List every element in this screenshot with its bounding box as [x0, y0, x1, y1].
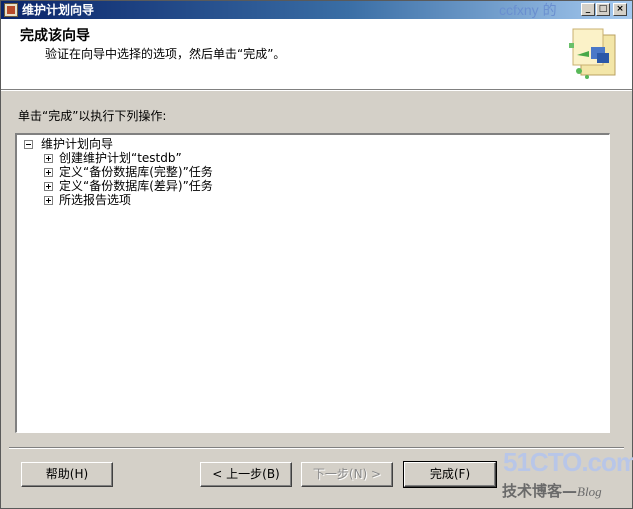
- watermark-subtitle-text: 技术博客: [502, 482, 563, 500]
- tree-item-label: 创建维护计划“testdb”: [59, 151, 182, 165]
- watermark-subtitle: 技术博客—Blog: [502, 482, 602, 500]
- header-divider: [1, 90, 632, 91]
- page-title: 完成该向导: [20, 28, 90, 44]
- tree-expand-icon[interactable]: [44, 182, 53, 191]
- back-button[interactable]: < 上一步(B): [200, 462, 292, 487]
- watermark-logo: 51CTO.com 技术博客—Blog: [499, 447, 633, 507]
- next-button[interactable]: 下一步(N) >: [301, 462, 393, 487]
- tree-collapse-icon[interactable]: [24, 140, 33, 149]
- watermark-blog: Blog: [577, 484, 602, 499]
- maximize-button[interactable]: □: [596, 3, 610, 16]
- wizard-header: 完成该向导 验证在向导中选择的选项，然后单击“完成”。: [1, 19, 632, 90]
- tree-item-label: 定义“备份数据库(完整)”任务: [59, 165, 213, 179]
- wizard-illustration-icon: [569, 28, 616, 79]
- minimize-button[interactable]: _: [581, 3, 595, 16]
- tree-item-label: 定义“备份数据库(差异)”任务: [59, 179, 213, 193]
- actions-tree[interactable]: 维护计划向导 创建维护计划“testdb” 定义“备份数据库(完整)”任务 定义…: [15, 133, 610, 433]
- page-subtitle: 验证在向导中选择的选项，然后单击“完成”。: [45, 47, 286, 61]
- wizard-window: 维护计划向导 ccfxny 的 _ □ × 完成该向导 验证在向导中选择的选项，…: [0, 0, 633, 509]
- tree-item-label: 所选报告选项: [59, 193, 132, 207]
- tree-root-label: 维护计划向导: [41, 137, 114, 151]
- tree-expand-icon[interactable]: [44, 154, 53, 163]
- help-button[interactable]: 帮助(H): [21, 462, 113, 487]
- finish-button[interactable]: 完成(F): [403, 461, 497, 488]
- tree-expand-icon[interactable]: [44, 196, 53, 205]
- close-button[interactable]: ×: [613, 3, 627, 16]
- instruction-label: 单击“完成”以执行下列操作:: [18, 109, 167, 123]
- title-bar[interactable]: 维护计划向导 ccfxny 的 _ □ ×: [1, 1, 632, 19]
- app-icon: [4, 3, 18, 17]
- watermark-brand: 51CTO.com: [503, 447, 633, 477]
- tree-expand-icon[interactable]: [44, 168, 53, 177]
- watermark-top-text: ccfxny 的: [499, 2, 557, 18]
- window-title: 维护计划向导: [22, 3, 95, 17]
